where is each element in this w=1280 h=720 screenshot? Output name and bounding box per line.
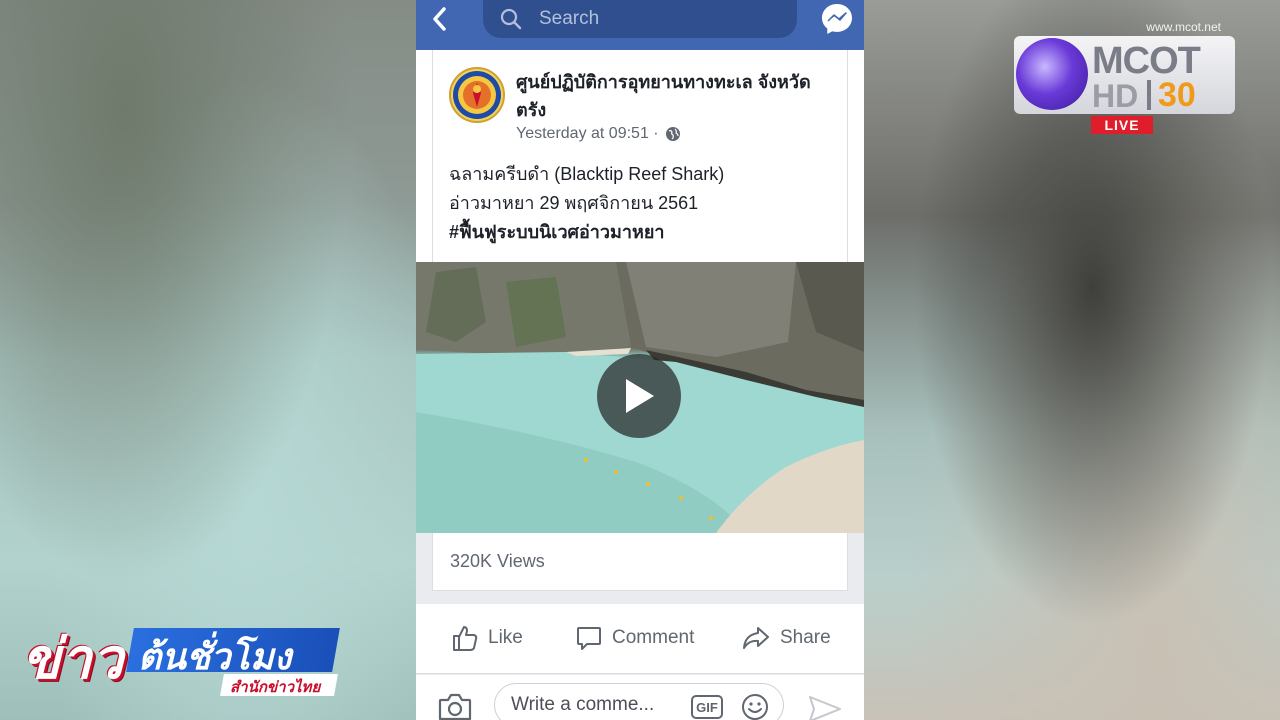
speech-bubble-icon <box>577 627 601 650</box>
comment-label: Comment <box>612 627 695 648</box>
comment-composer: Write a comme... GIF <box>416 675 864 720</box>
chevron-left-icon <box>433 7 446 31</box>
channel-url: www.mcot.net <box>1146 20 1221 34</box>
smiley-icon[interactable] <box>741 693 769 720</box>
news-program-logo: ข่าว ต้นชั่วโมง สำนักข่าวไทย <box>22 612 340 702</box>
post-line: ฉลามครีบดำ (Blacktip Reef Shark) <box>449 164 725 184</box>
globe-icon <box>665 127 680 141</box>
post-actions: Like Comment Share <box>416 604 864 674</box>
page-avatar[interactable] <box>449 67 505 123</box>
post-card: ศูนย์ปฏิบัติการอุทยานทางทะเล จังหวัดตรัง… <box>416 50 864 262</box>
share-button[interactable]: Share <box>742 622 831 654</box>
comment-button[interactable]: Comment <box>576 622 694 654</box>
news-logo-part1: ข่าว <box>22 627 124 692</box>
channel-logo: www.mcot.net MCOT HD 30 LIVE <box>1014 20 1235 136</box>
search-input[interactable] <box>539 8 759 30</box>
post-meta: Yesterday at 09:51 · <box>516 125 681 143</box>
channel-number: 30 <box>1158 76 1196 114</box>
view-count: 320K Views <box>450 551 545 571</box>
views-footer: 320K Views <box>432 533 848 591</box>
card-border <box>432 50 433 262</box>
gif-button[interactable]: GIF <box>691 695 723 719</box>
post-text: ฉลามครีบดำ (Blacktip Reef Shark) อ่าวมาห… <box>449 160 844 247</box>
phone-screen: ศูนย์ปฏิบัติการอุทยานทางทะเล จังหวัดตรัง… <box>416 0 864 720</box>
share-arrow-icon <box>743 627 769 649</box>
play-button[interactable] <box>597 354 681 438</box>
facebook-top-bar <box>416 0 864 50</box>
comment-input[interactable]: Write a comme... GIF <box>494 683 784 720</box>
play-icon <box>626 379 654 413</box>
post-timestamp[interactable]: Yesterday at 09:51 · <box>516 125 659 143</box>
thumbs-up-icon <box>453 626 478 651</box>
camera-icon[interactable] <box>438 693 472 720</box>
page-name[interactable]: ศูนย์ปฏิบัติการอุทยานทางทะเล จังหวัดตรัง <box>516 68 836 124</box>
card-border <box>847 50 848 262</box>
search-icon <box>500 8 522 30</box>
channel-orb-icon <box>1016 38 1088 110</box>
search-bar[interactable] <box>483 0 797 38</box>
hashtag-link[interactable]: #ฟื้นฟูระบบนิเวศอ่าวมาหยา <box>449 218 844 247</box>
share-label: Share <box>780 627 831 648</box>
post-line: อ่าวมาหยา 29 พฤศจิกายน 2561 <box>449 193 699 213</box>
send-icon[interactable] <box>808 695 842 720</box>
messenger-icon[interactable] <box>820 2 854 36</box>
channel-hd: HD <box>1092 78 1139 114</box>
channel-separator <box>1147 80 1151 110</box>
video-player[interactable] <box>416 262 864 533</box>
like-button[interactable]: Like <box>452 622 523 654</box>
back-button[interactable] <box>430 4 454 34</box>
comment-placeholder: Write a comme... <box>511 694 655 715</box>
news-logo-part3: สำนักข่าวไทย <box>230 678 321 696</box>
like-label: Like <box>488 627 523 648</box>
emblem-icon <box>453 71 501 119</box>
live-badge: LIVE <box>1091 116 1153 134</box>
